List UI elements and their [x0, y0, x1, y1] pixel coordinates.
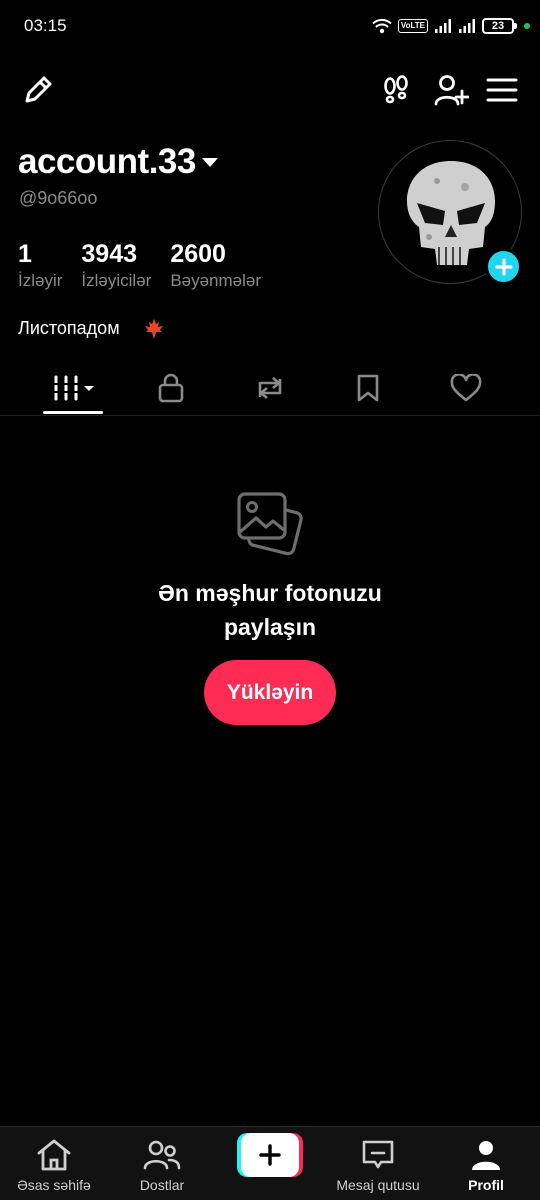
account-switcher[interactable]: account.33 — [18, 142, 218, 182]
nav-friends-label: Dostlar — [139, 1177, 185, 1193]
wifi-icon — [372, 18, 392, 34]
privacy-indicator-dot — [524, 23, 530, 29]
bookmark-icon — [357, 374, 379, 402]
empty-state-title-line2: paylaşın — [223, 614, 317, 640]
top-nav — [0, 66, 540, 112]
nav-inbox-label: Mesaj qutusu — [336, 1177, 420, 1193]
friends-icon — [143, 1140, 181, 1170]
hamburger-menu-icon — [486, 78, 518, 102]
create-button[interactable] — [237, 1133, 303, 1177]
stat-followers-label: İzləyicilər — [81, 271, 152, 290]
status-bar: 03:15 VoLTE 23 — [0, 0, 540, 52]
profile-screen: 03:15 VoLTE 23 account.33 @9o66oo 1 İzlə… — [0, 0, 540, 1200]
tab-liked[interactable] — [436, 360, 496, 416]
stat-likes-label: Bəyənmələr — [170, 271, 262, 290]
profile-icon — [472, 1141, 500, 1170]
inbox-icon — [362, 1140, 394, 1169]
profile-views-button[interactable] — [376, 70, 416, 110]
add-friend-button[interactable] — [431, 70, 471, 110]
grid-icon — [53, 375, 94, 401]
stat-likes-count: 2600 — [170, 240, 226, 268]
nav-profile[interactable]: Profil — [456, 1127, 516, 1200]
add-avatar-button[interactable] — [485, 248, 522, 285]
upload-button[interactable]: Yükləyin — [204, 660, 336, 725]
repost-icon — [258, 377, 282, 399]
signal-icon — [459, 19, 475, 33]
plus-icon — [259, 1144, 281, 1166]
edit-profile-button[interactable] — [18, 70, 58, 110]
heart-icon — [450, 374, 482, 402]
plus-icon — [494, 257, 513, 276]
empty-state-title-line1: Ən məşhur fotonuzu — [158, 580, 382, 606]
photos-icon — [236, 490, 304, 565]
pencil-icon — [25, 76, 52, 103]
nav-home[interactable]: Əsas səhifə — [12, 1127, 96, 1200]
caret-down-icon — [201, 157, 218, 167]
nav-inbox[interactable]: Mesaj qutusu — [322, 1127, 434, 1200]
maple-leaf-icon — [143, 318, 165, 345]
stat-following-count: 1 — [18, 240, 32, 268]
menu-button[interactable] — [482, 70, 522, 110]
profile-stats: 1 İzləyir 3943 İzləyicilər 2600 Bəyənməl… — [18, 240, 280, 291]
stat-followers[interactable]: 3943 İzləyicilər — [81, 240, 151, 291]
lock-icon — [158, 373, 184, 403]
status-time: 03:15 — [24, 16, 67, 35]
tab-private[interactable] — [141, 360, 201, 416]
signal-icon — [435, 19, 451, 33]
footprints-icon — [384, 75, 408, 104]
active-tab-indicator — [43, 411, 103, 414]
empty-state-title: Ən məşhur fotonuzu paylaşın — [0, 576, 540, 644]
add-user-icon — [434, 75, 469, 106]
stat-following[interactable]: 1 İzləyir — [18, 240, 62, 291]
content-tabs — [0, 360, 540, 416]
tab-videos[interactable] — [43, 360, 103, 416]
stat-likes[interactable]: 2600 Bəyənmələr — [170, 240, 261, 291]
home-icon — [37, 1139, 71, 1171]
tab-favorites[interactable] — [338, 360, 398, 416]
volte-badge: VoLTE — [397, 19, 428, 33]
nav-friends[interactable]: Dostlar — [122, 1127, 202, 1200]
battery-icon: 23 — [482, 18, 517, 34]
status-icons: VoLTE 23 — [372, 13, 530, 39]
username: account.33 — [18, 142, 196, 181]
nav-profile-label: Profil — [468, 1177, 504, 1193]
stat-followers-count: 3943 — [81, 240, 138, 268]
nav-home-label: Əsas səhifə — [17, 1177, 91, 1193]
create-button-face — [241, 1133, 299, 1177]
user-handle: @9o66oo — [19, 188, 98, 208]
bio-text: Листопадом — [18, 318, 120, 338]
stat-following-label: İzləyir — [18, 271, 63, 290]
tab-reposts[interactable] — [240, 360, 300, 416]
battery-level: 23 — [491, 20, 505, 32]
